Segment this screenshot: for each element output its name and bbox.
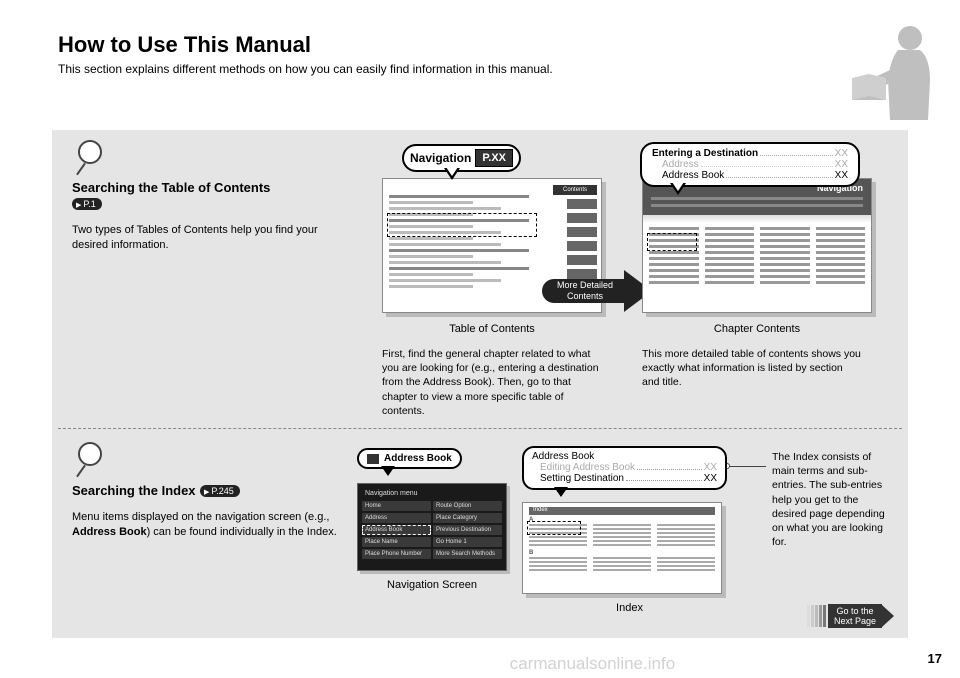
page-number: 17 [928,651,942,666]
nav-btn: More Search Methods [433,549,502,559]
nav-screen-thumb: Navigation menu Home Route Option Addres… [357,483,507,571]
page-ref-pill: P.245 [200,485,240,497]
dest-row3-label: Address Book [662,170,724,181]
index-header: Index [529,507,715,515]
nav-callout-label: Navigation [410,151,471,165]
dest-row3-page: XX [835,170,848,181]
chapter-page-thumb: Navigation [642,178,872,313]
index-callout: Address Book Editing Address Book XX Sett… [522,446,727,490]
page-ref-pill: P.1 [72,198,102,210]
dest-row2-label: Address [662,159,699,170]
idx-row3-page: XX [704,473,717,484]
more-detailed-arrow: More Detailed Contents [542,270,652,312]
magnifier-icon [72,442,108,478]
index-search-block: Searching the Index P.245 Menu items dis… [72,442,352,541]
chapter-highlight-box [647,233,697,251]
index-section-body: Menu items displayed on the navigation s… [72,510,352,541]
idx-row2-label: Editing Address Book [540,462,635,473]
arrow-line1: More Detailed [557,280,613,290]
nav-screen-illustration: Address Book Navigation menu Home Route … [357,448,507,591]
page-header: How to Use This Manual This section expl… [58,32,840,76]
toc-search-block: Searching the Table of Contents P.1 Two … [72,140,352,254]
nav-btn: Address [362,513,431,523]
toc-body-text: First, find the general chapter related … [382,347,602,418]
content-panel: Searching the Table of Contents P.1 Two … [52,130,908,638]
nav-screen-caption: Navigation Screen [357,579,507,591]
toc-lines [389,195,529,288]
nav-btn-highlighted: Address Book [362,525,431,535]
idx-row2-page: XX [704,462,717,473]
reader-icon [840,20,950,125]
index-section-title: Searching the Index [72,483,196,498]
index-page-thumb: Index A B [522,502,722,594]
idx-row3-label: Setting Destination [540,473,624,484]
page-title: How to Use This Manual [58,32,840,58]
nav-btn: Place Category [433,513,502,523]
pointer-line [728,466,766,467]
index-illustration: Address Book Editing Address Book XX Sett… [522,446,737,614]
toc-highlight-box [387,213,537,237]
toc-section-body: Two types of Tables of Contents help you… [72,223,352,254]
dest-row2-page: XX [835,159,848,170]
index-explanation: The Index consists of main terms and sub… [772,450,892,549]
destination-callout: Entering a Destination XX Address XX Addre… [640,142,860,187]
nav-btn: Go Home 1 [433,537,502,547]
nav-screen-title: Navigation menu [362,488,502,499]
toc-section-title: Searching the Table of Contents [72,180,352,195]
next-page-line1: Go to the [836,606,873,616]
index-highlight-box [527,521,581,535]
index-letter-b: B [529,550,715,556]
chapter-caption: Chapter Contents [642,323,872,335]
toc-caption: Table of Contents [382,323,602,335]
addr-callout-label: Address Book [384,453,452,464]
navigation-callout: Navigation P.XX [402,144,521,172]
book-icon [367,454,379,464]
stripes-icon [807,605,826,627]
nav-btn: Place Name [362,537,431,547]
watermark: carmanualsonline.info [510,654,675,674]
page-subtitle: This section explains different methods … [58,62,840,76]
chapter-body-text: This more detailed table of contents sho… [642,347,862,390]
index-caption: Index [522,602,737,614]
magnifier-icon [72,140,108,176]
arrow-line2: Contents [567,291,603,301]
chapter-columns [643,223,871,291]
dest-row1-label: Entering a Destination [652,148,758,159]
nav-btn: Route Option [433,501,502,511]
nav-btn: Place Phone Number [362,549,431,559]
next-page-line2: Next Page [834,616,876,626]
nav-callout-page: P.XX [475,149,513,167]
next-page-button[interactable]: Go to the Next Page [807,604,894,628]
nav-btn: Previous Destination [433,525,502,535]
nav-btn: Home [362,501,431,511]
chapter-illustration: Entering a DestinationXX AddressXX Addre… [642,178,872,390]
dest-row1-page: XX [835,148,848,159]
address-book-callout: Address Book [357,448,462,469]
contents-tab: Contents [553,185,597,195]
section-divider [58,428,902,429]
idx-row1: Address Book [532,451,594,462]
next-arrow-icon [882,605,894,627]
